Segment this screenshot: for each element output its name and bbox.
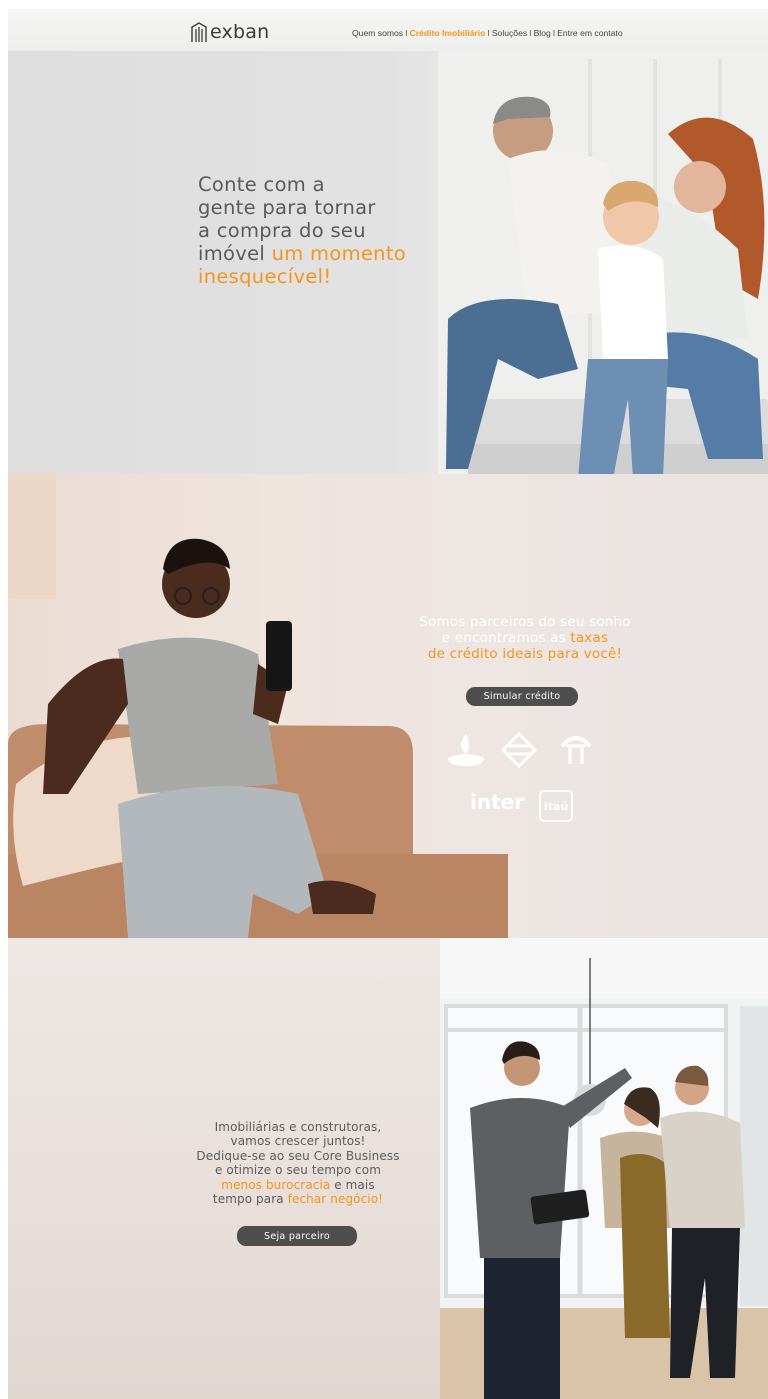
nav-separator: I — [529, 28, 532, 38]
hero-text: imóvel — [198, 242, 272, 265]
landing-page: exban Quem somos I Crédito Imobiliário I Sol… — [8, 9, 768, 1399]
agencies-highlight: menos burocracia — [221, 1177, 331, 1192]
partners-line: e encontramos as taxas — [380, 630, 670, 646]
hero-headline: Conte com a gente para tornar a compra d… — [198, 173, 438, 288]
main-nav: Quem somos I Crédito Imobiliário I Soluções I… — [352, 28, 623, 38]
agencies-highlight: fechar negócio! — [287, 1192, 384, 1207]
hero-line: a compra do seu — [198, 219, 366, 242]
hero-line: gente para tornar — [198, 196, 376, 219]
nav-link-credito-imobiliario[interactable]: Crédito Imobiliário — [410, 28, 486, 38]
nav-link-contato[interactable]: Entre em contato — [557, 28, 622, 38]
building-logo-icon — [191, 22, 207, 42]
family-photo — [438, 39, 768, 479]
top-navbar: exban Quem somos I Crédito Imobiliário I Sol… — [8, 9, 768, 51]
bank-inter-logo: inter — [470, 790, 525, 814]
agencies-line: e otimize o seu tempo com — [215, 1163, 381, 1178]
hero-highlight: inesquecível! — [198, 265, 332, 288]
bank-itau-logo: Itaú — [539, 790, 573, 822]
hero-line: Conte com a — [198, 173, 325, 196]
simulate-credit-button[interactable]: Simular crédito — [466, 687, 578, 706]
agencies-line: vamos crescer juntos! — [230, 1134, 366, 1149]
partners-text: e encontramos as — [441, 630, 571, 646]
agencies-photo-panel — [440, 938, 768, 1399]
partners-section: Somos parceiros do seu sonho e encontram… — [8, 474, 768, 938]
partners-line: Somos parceiros do seu sonho — [419, 614, 631, 630]
hero-line: imóvel um momento — [198, 242, 438, 265]
agencies-text-panel: Imobiliárias e construtoras, vamos cresc… — [8, 938, 440, 1399]
man-on-sofa-photo — [8, 474, 508, 938]
agencies-line: Imobiliárias e construtoras, — [214, 1120, 382, 1134]
agencies-section: Imobiliárias e construtoras, vamos cresc… — [8, 938, 768, 1399]
become-partner-button[interactable]: Seja parceiro — [237, 1226, 357, 1246]
nav-link-solucoes[interactable]: Soluções — [492, 28, 527, 38]
agencies-text: e mais — [330, 1177, 375, 1192]
logo[interactable]: exban — [190, 21, 269, 43]
nav-link-quem-somos[interactable]: Quem somos — [352, 28, 403, 38]
logo-text: exban — [210, 21, 270, 43]
nav-link-blog[interactable]: Blog — [534, 28, 551, 38]
agencies-line: tempo para fechar negócio! — [163, 1192, 433, 1206]
hero-section: Conte com a gente para tornar a compra d… — [8, 9, 768, 479]
santander-flame-icon — [448, 734, 484, 766]
partners-message: Somos parceiros do seu sonho e encontram… — [380, 614, 670, 662]
nav-separator: I — [487, 28, 490, 38]
partners-highlight: taxas — [570, 630, 609, 646]
banco-do-brasil-icon — [501, 732, 537, 768]
nav-separator: I — [405, 28, 408, 38]
agencies-message: Imobiliárias e construtoras, vamos cresc… — [163, 1120, 433, 1206]
bradesco-tree-icon — [560, 736, 592, 764]
realtor-couple-photo — [440, 938, 768, 1399]
partners-highlight: de crédito ideais para você! — [427, 646, 623, 662]
agencies-line: Dedique-se ao seu Core Business — [196, 1148, 400, 1163]
nav-separator: I — [552, 28, 556, 38]
agencies-line: menos burocracia e mais — [163, 1178, 433, 1192]
hero-highlight: um momento — [271, 242, 407, 265]
agencies-text: tempo para — [212, 1192, 288, 1207]
